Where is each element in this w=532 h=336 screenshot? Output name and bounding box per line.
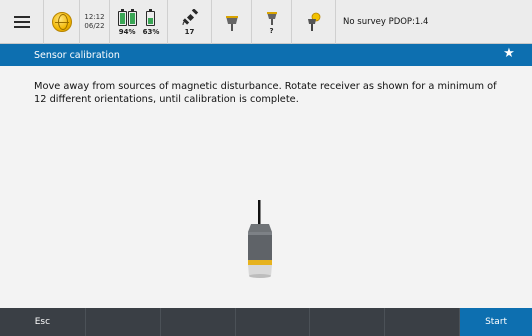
time-text: 12:12 <box>84 13 105 21</box>
survey-status-text: No survey PDOP:1.4 <box>343 17 429 27</box>
softkey-5[interactable] <box>310 308 386 336</box>
instrument-button[interactable] <box>292 0 336 44</box>
satellite-icon <box>182 8 198 25</box>
receiver-button[interactable] <box>212 0 252 44</box>
esc-label: Esc <box>34 317 51 327</box>
satellites-button[interactable]: 17 <box>168 0 212 44</box>
menu-button[interactable] <box>0 0 44 44</box>
softkey-2[interactable] <box>86 308 161 336</box>
battery-button[interactable]: 94% 63% <box>110 0 168 44</box>
globe-icon <box>51 12 72 32</box>
battery1-percent: 94% <box>118 28 136 36</box>
battery-icon <box>146 9 156 26</box>
bottom-bar: Esc Start <box>0 308 532 336</box>
title-bar: Sensor calibration ★ <box>0 44 532 66</box>
date-text: 06/22 <box>84 22 105 30</box>
battery2-percent: 63% <box>142 28 160 36</box>
main-content: Move away from sources of magnetic distu… <box>0 66 532 308</box>
time-date: 12:12 06/22 <box>80 0 110 44</box>
softkey-4[interactable] <box>236 308 311 336</box>
status-bar: 12:12 06/22 94% 63% 17 ? No survey PDOP:… <box>0 0 532 44</box>
softkey-3[interactable] <box>161 308 236 336</box>
receiver-icon <box>266 11 277 25</box>
instrument-icon <box>307 12 320 31</box>
start-label: Start <box>485 317 508 327</box>
battery-icon <box>127 9 137 26</box>
survey-status[interactable]: No survey PDOP:1.4 <box>336 0 532 44</box>
receiver-icon <box>225 16 238 31</box>
battery-icon <box>117 9 127 26</box>
softkey-6[interactable] <box>385 308 461 336</box>
receiver-status-button[interactable]: ? <box>252 0 292 44</box>
gnss-receiver-image <box>248 200 272 278</box>
hamburger-icon <box>13 16 30 28</box>
page-title: Sensor calibration <box>34 49 120 61</box>
instructions-text: Move away from sources of magnetic distu… <box>34 81 497 105</box>
receiver-status-label: ? <box>269 26 274 35</box>
star-icon[interactable]: ★ <box>502 47 516 61</box>
satellite-count: 17 <box>184 27 195 36</box>
globe-button[interactable] <box>44 0 80 44</box>
esc-button[interactable]: Esc <box>0 308 86 336</box>
start-button[interactable]: Start <box>460 308 532 336</box>
